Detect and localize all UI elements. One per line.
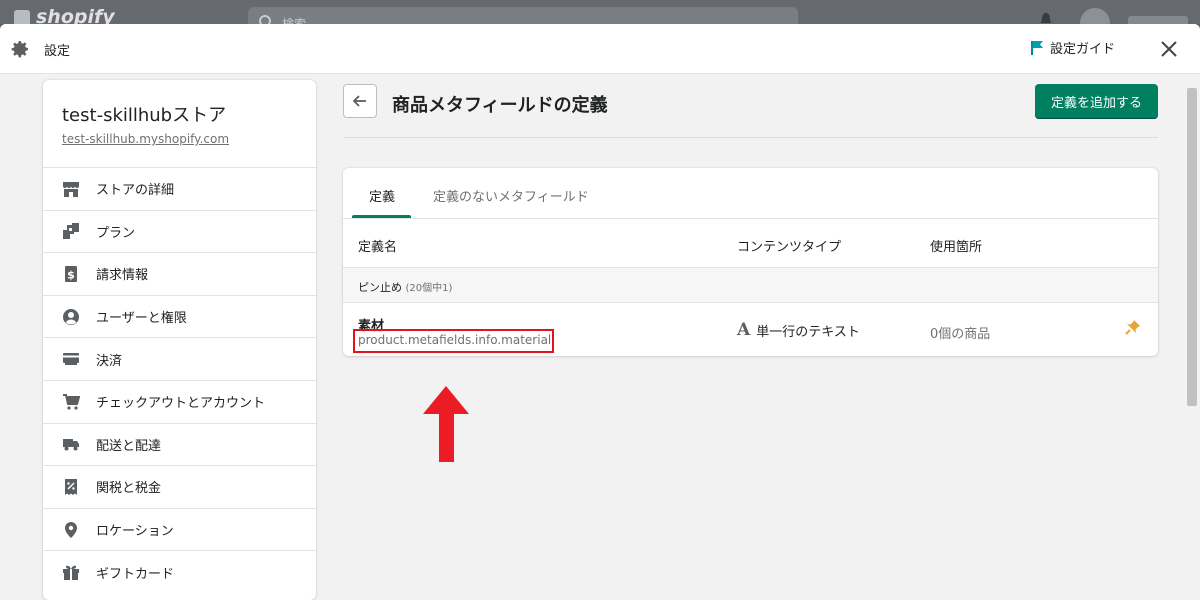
sidebar-item-label: 関税と税金 [96,481,162,497]
admin-top-bar: shopify 検索 [0,0,1200,24]
location-icon [65,521,77,538]
sidebar-item-label: ユーザーと権限 [96,311,187,327]
add-definition-button[interactable]: 定義を追加する [1035,84,1158,119]
sidebar-item-locations[interactable]: ロケーション [43,507,316,551]
setup-guide-label: 設定ガイド [1050,42,1116,57]
sidebar-item-label: ストアの詳細 [96,183,175,199]
close-icon[interactable] [1158,38,1180,60]
shopify-logo-text: shopify [36,6,115,24]
admin-search-placeholder: 検索 [282,17,307,24]
settings-sidebar: test-skillhubストア test-skillhub.myshopify… [43,80,316,600]
sidebar-item-plan[interactable]: プラン [43,209,316,253]
tax-icon [65,478,77,495]
sidebar-item-label: プラン [96,225,136,241]
table-header: 定義名 コンテンツタイプ 使用箇所 [343,219,1158,268]
sidebar-item-users[interactable]: ユーザーと権限 [43,294,316,338]
plan-icon [63,223,79,240]
divider [343,137,1158,138]
svg-text:$: $ [67,268,75,281]
page-title: 商品メタフィールドの定義 [392,95,608,116]
sidebar-item-label: チェックアウトとアカウント [96,396,266,412]
pinned-section-label: ピン止め (20個中1) [358,279,452,295]
payment-icon [63,353,79,366]
column-header-name: 定義名 [358,240,398,255]
tab-bar: 定義 定義のないメタフィールド [343,168,1158,219]
pinned-count: (20個中1) [405,283,453,294]
usage-count: 0個の商品 [930,327,991,342]
cart-icon [63,393,80,410]
modal-header: 設定 設定ガイド [0,24,1200,74]
sidebar-item-shipping[interactable]: 配送と配達 [43,422,316,466]
admin-search-input[interactable]: 検索 [248,7,798,24]
gift-icon [63,565,79,581]
annotation-arrow-up-icon [423,386,469,462]
sidebar-item-label: 請求情報 [96,268,149,284]
column-header-content-type: コンテンツタイプ [737,240,842,255]
settings-nav: ストアの詳細 プラン $ 請求情報 ユーザーと権限 決済 チェックアウトとアカウ… [43,167,316,593]
definition-key: product.metafields.info.material [358,333,552,347]
billing-icon: $ [65,265,77,282]
truck-icon [63,439,79,451]
arrow-left-icon [352,95,366,107]
scrollbar-thumb[interactable] [1187,88,1197,406]
sidebar-item-checkout[interactable]: チェックアウトとアカウント [43,379,316,423]
gear-icon [11,41,28,58]
pinned-section-header: ピン止め (20個中1) [343,268,1158,303]
shopify-logo-icon [14,10,30,24]
back-button[interactable] [343,84,377,118]
sidebar-item-label: 配送と配達 [96,438,162,454]
tab-definitions[interactable]: 定義 [369,186,395,205]
table-row[interactable]: 素材 product.metafields.info.material A 単一… [343,303,1158,356]
flag-icon [1031,40,1043,55]
pin-icon[interactable] [1125,319,1141,335]
tab-undefined-metafields[interactable]: 定義のないメタフィールド [433,186,589,205]
admin-user-name[interactable] [1128,16,1188,24]
sidebar-item-payments[interactable]: 決済 [43,337,316,380]
bell-icon[interactable] [1038,12,1054,24]
store-url-link[interactable]: test-skillhub.myshopify.com [62,132,229,146]
definitions-card: 定義 定義のないメタフィールド 定義名 コンテンツタイプ 使用箇所 ピン止め (… [343,168,1158,356]
modal-title: 設定 [44,44,71,59]
content-type-label: 単一行のテキスト [756,325,860,340]
pinned-label-text: ピン止め [358,281,402,294]
store-name: test-skillhubストア [62,105,227,126]
sidebar-item-label: ロケーション [96,524,174,540]
sidebar-item-billing[interactable]: $ 請求情報 [43,252,316,295]
sidebar-item-label: ギフトカード [96,566,175,582]
user-icon [63,308,79,325]
search-icon [259,15,271,24]
text-type-icon: A [737,320,751,340]
setup-guide-button[interactable]: 設定ガイド [1030,38,1115,57]
store-icon [63,181,79,197]
sidebar-item-label: 決済 [96,353,123,369]
sidebar-item-taxes[interactable]: 関税と税金 [43,465,316,508]
column-header-usage: 使用箇所 [930,240,983,255]
active-tab-indicator [352,215,411,218]
content-type-cell: A 単一行のテキスト [737,320,860,341]
sidebar-item-gift-cards[interactable]: ギフトカード [43,550,316,593]
avatar[interactable] [1080,8,1110,24]
sidebar-item-store-details[interactable]: ストアの詳細 [43,167,316,210]
